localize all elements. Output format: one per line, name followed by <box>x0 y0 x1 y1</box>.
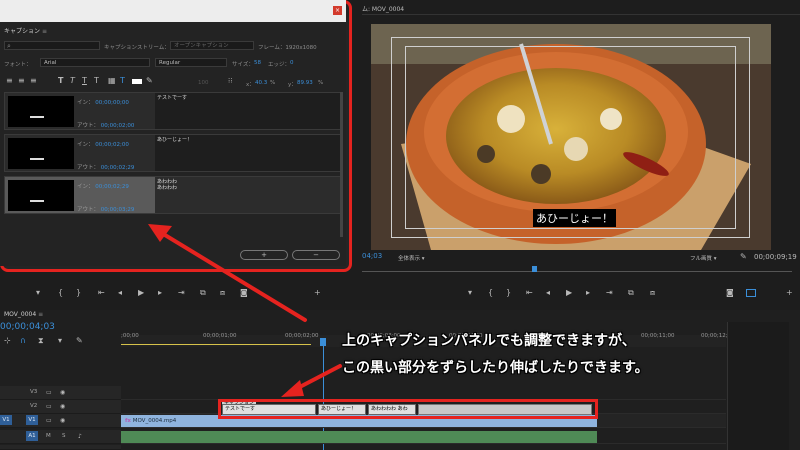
annotation-line-1: 上のキャプションパネルでも調整できますが、 <box>342 333 636 349</box>
arrowhead <box>281 380 304 397</box>
arrows-overlay <box>148 224 342 397</box>
annotation-line-2: この黒い部分をずらしたり伸ばしたりできます。 <box>342 360 649 376</box>
arrow-to-caption-panel <box>158 230 307 322</box>
